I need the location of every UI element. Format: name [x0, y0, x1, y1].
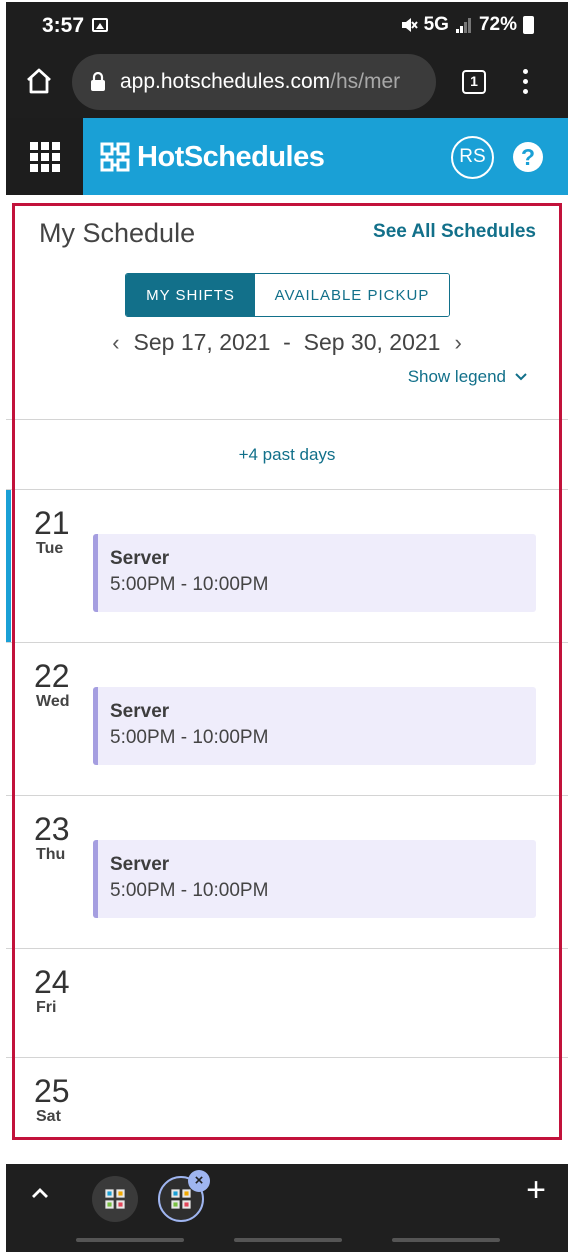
- day-row: 22 Wed Server 5:00PM - 10:00PM: [6, 643, 568, 795]
- home-icon[interactable]: [24, 66, 54, 96]
- signal-icon: [455, 18, 471, 33]
- app-launcher-button[interactable]: [6, 118, 83, 195]
- tab-thumbnail[interactable]: [92, 1176, 138, 1222]
- shift-view-toggle: MY SHIFTS AVAILABLE PICKUP: [125, 273, 450, 317]
- new-tab-button[interactable]: +: [524, 1173, 548, 1207]
- phone-screen: 3:57 5G 72% app.hotschedules.com/hs/mer …: [6, 2, 568, 1252]
- nav-handle: [76, 1238, 184, 1242]
- status-indicators: 5G 72%: [400, 14, 534, 36]
- screenshot-frame: 3:57 5G 72% app.hotschedules.com/hs/mer …: [0, 0, 574, 1260]
- tab-my-shifts[interactable]: MY SHIFTS: [126, 274, 255, 316]
- user-avatar[interactable]: RS: [451, 136, 494, 179]
- show-legend-button[interactable]: Show legend: [408, 367, 528, 387]
- range-separator: -: [283, 329, 291, 355]
- brand-name: HotSchedules: [137, 140, 325, 173]
- shift-role: Server: [110, 701, 170, 722]
- day-weekday: Wed: [36, 693, 70, 710]
- see-all-schedules-link[interactable]: See All Schedules: [373, 221, 536, 243]
- close-tab-icon[interactable]: ×: [188, 1170, 210, 1192]
- url-path: /hs/mer: [330, 70, 401, 93]
- day-number: 23: [34, 811, 70, 847]
- browser-toolbar: app.hotschedules.com/hs/mer 1: [6, 48, 568, 118]
- schedule-panel: My Schedule See All Schedules MY SHIFTS …: [6, 195, 568, 1165]
- lock-icon: [91, 72, 105, 91]
- day-weekday: Fri: [36, 999, 57, 1016]
- divider: [6, 419, 568, 420]
- day-row: 24 Fri: [6, 949, 568, 1058]
- past-days-link[interactable]: +4 past days: [6, 445, 568, 465]
- tab-available-pickup[interactable]: AVAILABLE PICKUP: [255, 274, 449, 316]
- day-number: 25: [34, 1073, 70, 1109]
- day-weekday: Thu: [36, 846, 66, 863]
- shift-role: Server: [110, 548, 170, 569]
- day-number: 24: [34, 964, 70, 1000]
- brand-logo[interactable]: HotSchedules: [99, 140, 325, 174]
- chevron-up-icon[interactable]: [28, 1182, 52, 1206]
- battery-icon: [523, 16, 534, 34]
- url-text: app.hotschedules.com/hs/mer: [120, 70, 426, 94]
- chevron-left-icon[interactable]: ‹: [112, 330, 119, 355]
- shift-card[interactable]: Server 5:00PM - 10:00PM: [93, 687, 536, 765]
- browser-bottom-bar: × +: [6, 1164, 568, 1252]
- shift-time: 5:00PM - 10:00PM: [110, 880, 269, 901]
- day-number: 22: [34, 658, 70, 694]
- shift-time: 5:00PM - 10:00PM: [110, 574, 269, 595]
- shift-role: Server: [110, 854, 170, 875]
- nav-handle: [234, 1238, 342, 1242]
- mute-icon: [401, 18, 418, 32]
- help-button[interactable]: ?: [513, 142, 543, 172]
- network-type: 5G: [423, 14, 449, 35]
- today-indicator: [6, 490, 11, 642]
- overflow-menu-icon[interactable]: [521, 66, 529, 98]
- day-row: 25 Sat: [6, 1058, 568, 1148]
- shift-time: 5:00PM - 10:00PM: [110, 727, 269, 748]
- shift-card[interactable]: Server 5:00PM - 10:00PM: [93, 534, 536, 612]
- grid-icon: [30, 142, 60, 172]
- url-host: app.hotschedules.com: [120, 70, 331, 93]
- day-weekday: Sat: [36, 1108, 61, 1125]
- active-tab-thumbnail[interactable]: ×: [158, 1170, 210, 1222]
- battery-percent: 72%: [478, 14, 517, 35]
- tab-switcher-button[interactable]: 1: [462, 70, 486, 94]
- hotschedules-tab-icon: [171, 1189, 191, 1209]
- show-legend-label: Show legend: [407, 367, 506, 386]
- image-icon: [92, 18, 108, 32]
- address-bar[interactable]: app.hotschedules.com/hs/mer: [72, 54, 436, 110]
- shift-card[interactable]: Server 5:00PM - 10:00PM: [93, 840, 536, 918]
- day-row: 23 Thu Server 5:00PM - 10:00PM: [6, 796, 568, 948]
- nav-handle: [392, 1238, 500, 1242]
- day-weekday: Tue: [36, 540, 64, 557]
- range-start: Sep 17, 2021: [133, 329, 271, 355]
- day-row: 21 Tue Server 5:00PM - 10:00PM: [6, 490, 568, 642]
- app-header: HotSchedules RS ?: [6, 118, 568, 195]
- page-title: My Schedule: [39, 218, 196, 248]
- day-number: 21: [34, 505, 70, 541]
- hotschedules-logo-icon: [100, 142, 130, 172]
- date-range: ‹ Sep 17, 2021 - Sep 30, 2021 ›: [6, 329, 568, 356]
- status-time: 3:57: [42, 14, 85, 37]
- range-end: Sep 30, 2021: [303, 329, 441, 355]
- chevron-down-icon: [515, 373, 527, 381]
- status-bar: 3:57 5G 72%: [6, 2, 568, 48]
- chevron-right-icon[interactable]: ›: [454, 330, 461, 355]
- hotschedules-tab-icon: [105, 1189, 125, 1209]
